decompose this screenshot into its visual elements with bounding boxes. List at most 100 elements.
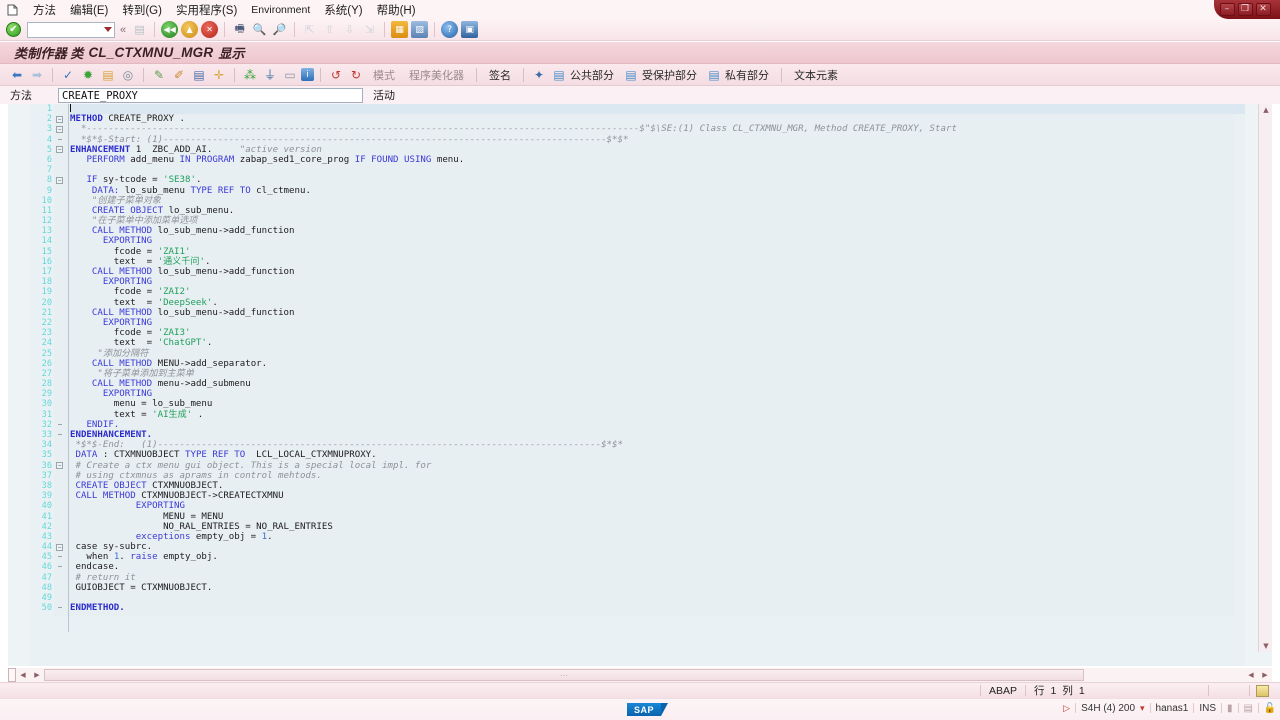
menu-item-utilities[interactable]: 实用程序(S)	[169, 0, 244, 20]
editor-vertical-scrollbar[interactable]: ▲ ▼	[1258, 104, 1272, 652]
fold-marker[interactable]	[54, 420, 68, 430]
code-line[interactable]: EXPORTING	[70, 236, 1245, 246]
fold-marker[interactable]	[54, 277, 68, 287]
scroll-up-icon[interactable]: ▲	[1259, 104, 1273, 116]
fold-collapse-icon[interactable]: −	[56, 462, 63, 470]
fold-marker[interactable]	[54, 349, 68, 359]
new-session-icon[interactable]: ▦	[391, 21, 409, 38]
fold-marker[interactable]	[54, 287, 68, 297]
exit-icon[interactable]: ▲	[181, 21, 199, 38]
fold-marker[interactable]	[54, 512, 68, 522]
fold-marker[interactable]	[54, 389, 68, 399]
fold-marker[interactable]	[54, 359, 68, 369]
menu-item-method[interactable]: 方法	[26, 0, 63, 20]
code-line[interactable]: "将子菜单添加到主菜单	[70, 369, 1245, 379]
print-icon[interactable]: 🖷	[231, 21, 248, 38]
find-next-icon[interactable]: 🔎	[271, 21, 288, 38]
menu-item-system[interactable]: 系统(Y)	[317, 0, 369, 20]
fold-marker[interactable]: −	[54, 114, 68, 124]
menu-item-help[interactable]: 帮助(H)	[370, 0, 423, 20]
fold-marker[interactable]	[54, 308, 68, 318]
double-chevron-icon[interactable]: «	[118, 24, 128, 36]
code-line[interactable]: text = '通义千问'.	[70, 257, 1245, 267]
code-line[interactable]: *$*$-End: (1)---------------------------…	[70, 440, 1245, 450]
private-section-button[interactable]: 私有部分	[725, 67, 775, 83]
code-line[interactable]: # Create a ctx menu gui object. This is …	[70, 461, 1245, 471]
fold-marker[interactable]	[54, 236, 68, 246]
close-button[interactable]: ✕	[1255, 3, 1271, 16]
code-line[interactable]: PERFORM add_menu IN PROGRAM zabap_sed1_c…	[70, 155, 1245, 165]
fold-marker[interactable]	[54, 318, 68, 328]
fold-marker[interactable]: −	[54, 461, 68, 471]
customize-icon[interactable]: ▣	[461, 21, 479, 38]
footer-system[interactable]: S4H (4) 200	[1081, 703, 1135, 714]
editor-horizontal-scrollbar[interactable]: ◀ ▶ ⋯ ◀ ▶	[8, 668, 1272, 682]
code-line[interactable]: # return it	[70, 573, 1245, 583]
fold-marker[interactable]	[54, 135, 68, 145]
code-line[interactable]: menu = lo_sub_menu	[70, 399, 1245, 409]
code-line[interactable]: EXPORTING	[70, 318, 1245, 328]
inheritance-icon[interactable]: ⏚	[261, 66, 279, 84]
signature-button[interactable]: 签名	[483, 67, 517, 83]
fold-collapse-icon[interactable]: −	[56, 125, 63, 133]
code-text-area[interactable]: METHOD CREATE_PROXY . *-----------------…	[70, 104, 1245, 666]
fold-marker[interactable]	[54, 532, 68, 542]
code-line[interactable]: METHOD CREATE_PROXY .	[70, 114, 1245, 124]
code-line[interactable]: DATA : CTXMNUOBJECT TYPE REF TO LCL_LOCA…	[70, 450, 1245, 460]
fold-marker[interactable]	[54, 186, 68, 196]
code-line[interactable]: CALL METHOD lo_sub_menu->add_function	[70, 226, 1245, 236]
code-line[interactable]: CALL METHOD lo_sub_menu->add_function	[70, 267, 1245, 277]
help-icon[interactable]: ?	[441, 21, 459, 38]
back-icon[interactable]: ◀◀	[161, 21, 179, 38]
public-section-icon[interactable]: ▤	[550, 66, 568, 84]
fold-marker[interactable]	[54, 298, 68, 308]
code-line[interactable]: EXPORTING	[70, 501, 1245, 511]
signature-icon[interactable]: ✦	[530, 66, 548, 84]
code-line[interactable]: text = 'DeepSeek'.	[70, 298, 1245, 308]
pattern-circle-icon[interactable]: ◎	[119, 66, 137, 84]
lock-icon[interactable]: 🔓	[1264, 702, 1276, 714]
find-icon[interactable]: 🔍	[251, 21, 268, 38]
previous-page-icon[interactable]: ⇧	[321, 21, 338, 38]
code-line[interactable]	[70, 593, 1245, 603]
fold-marker[interactable]	[54, 328, 68, 338]
cancel-icon[interactable]: ✕	[201, 21, 219, 38]
code-line[interactable]: EXPORTING	[70, 389, 1245, 399]
private-section-icon[interactable]: ▤	[705, 66, 723, 84]
fold-marker-column[interactable]: − − − − − −	[54, 104, 68, 666]
scroll-down-icon[interactable]: ▼	[1259, 640, 1273, 652]
insert-mode-icon[interactable]	[1255, 684, 1269, 697]
fold-marker[interactable]	[54, 206, 68, 216]
fold-marker[interactable]	[54, 573, 68, 583]
menu-item-goto[interactable]: 转到(G)	[115, 0, 169, 20]
code-line[interactable]: EXPORTING	[70, 277, 1245, 287]
code-line[interactable]: fcode = 'ZAI2'	[70, 287, 1245, 297]
fold-marker[interactable]: −	[54, 124, 68, 134]
save-icon[interactable]: ▤	[131, 21, 148, 38]
protected-section-icon[interactable]: ▤	[622, 66, 640, 84]
fold-marker[interactable]	[54, 603, 68, 613]
fold-marker[interactable]: −	[54, 175, 68, 185]
forward-arrow-icon[interactable]: ➡	[28, 66, 46, 84]
fold-marker[interactable]	[54, 501, 68, 511]
fold-marker[interactable]	[54, 471, 68, 481]
scroll-left-icon-2[interactable]: ◀	[1244, 669, 1258, 681]
hierarchy-icon[interactable]: ⁂	[241, 66, 259, 84]
code-line[interactable]: CREATE OBJECT CTXMNUOBJECT.	[70, 481, 1245, 491]
scroll-left-icon[interactable]: ◀	[16, 669, 30, 681]
fold-marker[interactable]	[54, 399, 68, 409]
fold-marker[interactable]	[54, 562, 68, 572]
code-line[interactable]: when 1. raise empty_obj.	[70, 552, 1245, 562]
code-line[interactable]	[70, 104, 1245, 115]
code-line[interactable]: text = 'AI生成' .	[70, 410, 1245, 420]
fold-marker[interactable]	[54, 450, 68, 460]
fold-marker[interactable]	[54, 226, 68, 236]
fold-marker[interactable]	[54, 491, 68, 501]
code-line[interactable]: "在子菜单中添加菜单选项	[70, 216, 1245, 226]
code-line[interactable]: exceptions empty_obj = 1.	[70, 532, 1245, 542]
code-line[interactable]: "添加分隔符	[70, 349, 1245, 359]
code-line[interactable]: case sy-subrc.	[70, 542, 1245, 552]
code-line[interactable]: *---------------------------------------…	[70, 124, 1245, 134]
create-shortcut-icon[interactable]: ▨	[411, 21, 429, 38]
fold-marker[interactable]	[54, 338, 68, 348]
